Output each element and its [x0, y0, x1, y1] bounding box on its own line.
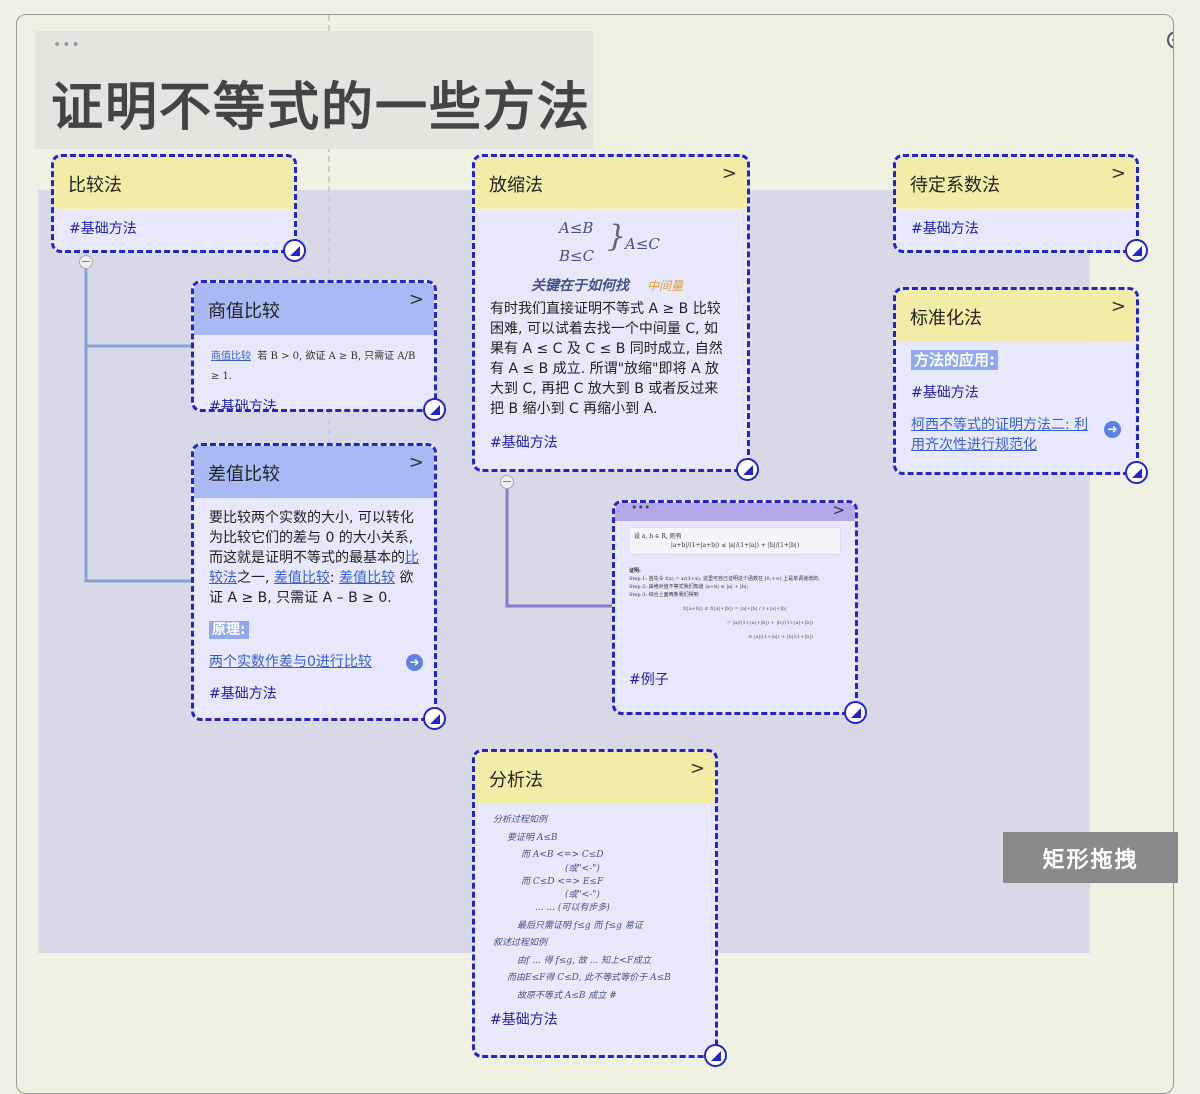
resize-handle-icon[interactable] — [1125, 461, 1148, 484]
tag-link[interactable]: #基础方法 — [209, 399, 277, 409]
card-fangsuo[interactable]: 放缩法 > A≤B B≤C } A≤C 关键在于如何找 中间量 有时我们直接证明不等… — [472, 154, 759, 481]
tag-link[interactable]: #基础方法 — [209, 686, 277, 702]
tag-link[interactable]: #基础方法 — [911, 221, 979, 237]
expand-chevron-icon[interactable]: > — [1111, 163, 1126, 184]
title-drag-handle[interactable]: ••• — [53, 37, 81, 53]
goto-arrow-icon[interactable]: ➜ — [1104, 421, 1121, 438]
collapse-icon[interactable] — [1167, 31, 1173, 49]
card-shangzhi[interactable]: 商值比较 > 商值比较 若 B > 0, 欲证 A ≥ B, 只需证 A/B ≥ … — [191, 280, 446, 421]
resize-handle-icon[interactable] — [844, 701, 867, 724]
tag-link[interactable]: #例子 — [629, 672, 669, 688]
page-title: 证明不等式的一些方法 — [51, 78, 592, 138]
resize-handle-icon[interactable] — [736, 458, 759, 481]
example-image: 设 a, b ∈ R, 则有 |a+b|/(1+|a+b|) ≤ |a|/(1+… — [615, 521, 855, 669]
resize-handle-icon[interactable] — [423, 707, 446, 730]
card-title: 标准化法 — [910, 308, 982, 329]
inline-link[interactable]: 差值比较 — [339, 570, 395, 586]
fold-toggle-fangsuo[interactable] — [500, 475, 514, 489]
card-daiding[interactable]: 待定系数法 > #基础方法 — [893, 154, 1148, 262]
card-title: 差值比较 — [208, 464, 280, 485]
formula-link[interactable]: 商值比较 — [211, 351, 251, 362]
expand-chevron-icon[interactable]: > — [690, 758, 705, 779]
expand-chevron-icon[interactable]: > — [1111, 296, 1126, 317]
drag-dots[interactable]: ••• — [631, 503, 650, 514]
card-text: 要比较两个实数的大小, 可以转化为比较它们的差与 0 的大小关系, 而这就是证明… — [209, 510, 419, 606]
resize-handle-icon[interactable] — [283, 239, 306, 262]
cauchy-inequality-link[interactable]: 柯西不等式的证明方法二: 利用齐次性进行规范化 — [911, 417, 1088, 453]
application-label: 方法的应用: — [911, 350, 998, 370]
card-title: 比较法 — [54, 157, 294, 209]
inline-link[interactable]: 差值比较 — [274, 570, 330, 586]
card-bijiaofa[interactable]: 比较法 #基础方法 — [51, 154, 306, 262]
tag-link[interactable]: #基础方法 — [69, 221, 137, 237]
resize-handle-icon[interactable] — [1125, 239, 1148, 262]
rectangle-drag-tooltip: 矩形拖拽 — [1003, 832, 1178, 883]
principle-label: 原理: — [209, 621, 249, 639]
fold-toggle-bijiaofa[interactable] — [79, 255, 93, 269]
expand-chevron-icon[interactable]: > — [409, 289, 424, 310]
expand-chevron-icon[interactable]: > — [722, 163, 737, 184]
tag-link[interactable]: #基础方法 — [911, 385, 979, 401]
handwritten-analysis-image: 分析过程如例 要证明 A≤B 而 A<B <=> C≤D (或"<-") 而 C… — [493, 815, 671, 1001]
expand-chevron-icon[interactable]: > — [832, 503, 845, 519]
principle-link[interactable]: 两个实数作差与0进行比较 — [209, 654, 372, 670]
resize-handle-icon[interactable] — [704, 1044, 727, 1067]
card-biaozhun[interactable]: 标准化法 > 方法的应用: #基础方法 柯西不等式的证明方法二: 利用齐次性进行规… — [893, 287, 1148, 484]
handwritten-note-image: A≤B B≤C } A≤C 关键在于如何找 中间量 — [531, 219, 684, 294]
card-title: 商值比较 — [208, 301, 280, 322]
card-fenxi[interactable]: 分析法 > 分析过程如例 要证明 A≤B 而 A<B <=> C≤D (或"<-"… — [472, 749, 727, 1067]
card-chazhi[interactable]: 差值比较 > 要比较两个实数的大小, 可以转化为比较它们的差与 0 的大小关系, … — [191, 443, 446, 730]
title-box[interactable]: ••• 证明不等式的一些方法 — [35, 31, 593, 149]
resize-handle-icon[interactable] — [423, 398, 446, 421]
expand-chevron-icon[interactable]: > — [409, 452, 424, 473]
card-title: 待定系数法 — [910, 175, 1000, 196]
card-title: 分析法 — [489, 770, 543, 791]
card-text: 有时我们直接证明不等式 A ≥ B 比较困难, 可以试着去找一个中间量 C, 如… — [490, 301, 723, 417]
tag-link[interactable]: #基础方法 — [490, 435, 558, 451]
card-title: 放缩法 — [489, 175, 543, 196]
tag-link[interactable]: #基础方法 — [490, 1012, 558, 1028]
goto-arrow-icon[interactable]: ➜ — [406, 654, 423, 671]
card-example[interactable]: ••• > 设 a, b ∈ R, 则有 |a+b|/(1+|a+b|) ≤ |a… — [612, 500, 867, 724]
